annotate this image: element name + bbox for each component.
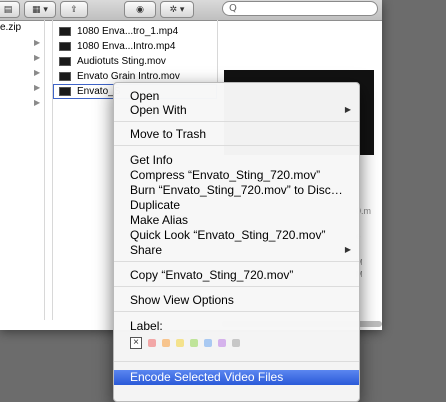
video-file-icon <box>59 27 71 36</box>
label-purple-swatch[interactable] <box>218 339 226 347</box>
share-icon[interactable]: ⇪ <box>60 1 88 18</box>
menu-item-label: Copy “Envato_Sting_720.mov” <box>130 268 294 282</box>
menu-item-make-alias[interactable]: Make Alias <box>114 213 359 227</box>
submenu-arrow-icon: ▶ <box>344 105 351 114</box>
label-heading: Label: <box>114 319 359 333</box>
list-item-label: e.zip <box>0 22 22 33</box>
menu-item-share[interactable]: Share ▶ <box>114 243 359 257</box>
menu-item-move-to-trash[interactable]: Move to Trash <box>114 127 359 141</box>
menu-item-label: Get Info <box>130 153 173 167</box>
submenu-arrow-icon: ▶ <box>344 245 351 254</box>
menu-item-label: Compress “Envato_Sting_720.mov” <box>130 168 321 182</box>
file-row[interactable]: Audiotuts Sting.mov <box>53 54 217 69</box>
menu-item-label: Burn “Envato_Sting_720.mov” to Disc… <box>130 183 343 197</box>
video-file-icon <box>59 57 71 66</box>
file-name: Envato Grain Intro.mov <box>77 71 180 82</box>
menu-separator <box>114 121 359 122</box>
menu-item-encode-selected-video-files[interactable]: Encode Selected Video Files <box>114 370 359 385</box>
menu-item-label: Open With <box>130 103 187 117</box>
menu-item-open[interactable]: Open <box>114 89 359 103</box>
parent-column: e.zip ▶ ▶ ▶ ▶ ▶ <box>0 20 45 320</box>
menu-item-open-with[interactable]: Open With ▶ <box>114 103 359 117</box>
file-row[interactable]: 1080 Enva...tro_1.mp4 <box>53 24 217 39</box>
menu-item-label: Make Alias <box>130 213 189 227</box>
label-color-picker: × <box>130 337 240 349</box>
chevron-right-icon: ▶ <box>34 53 41 62</box>
label-red-swatch[interactable] <box>148 339 156 347</box>
list-view-icon[interactable]: ▤ <box>0 1 20 18</box>
menu-separator <box>114 311 359 312</box>
video-file-icon <box>59 42 71 51</box>
file-name: Audiotuts Sting.mov <box>77 56 166 67</box>
chevron-right-icon: ▶ <box>34 68 41 77</box>
menu-item-label: Share <box>130 243 163 257</box>
label-gray-swatch[interactable] <box>232 339 240 347</box>
label-green-swatch[interactable] <box>190 339 198 347</box>
menu-item-get-info[interactable]: Get Info <box>114 153 359 167</box>
menu-item-copy[interactable]: Copy “Envato_Sting_720.mov” <box>114 268 359 282</box>
search-icon: Q <box>229 3 237 14</box>
chevron-right-icon: ▶ <box>34 83 41 92</box>
file-row[interactable]: 1080 Enva...Intro.mp4 <box>53 39 217 54</box>
file-name: 1080 Enva...tro_1.mp4 <box>77 26 179 37</box>
label-blue-swatch[interactable] <box>204 339 212 347</box>
finder-toolbar: ▤ ▦ ▾ ⇪ ◉ ✲ ▾ Q <box>0 0 382 21</box>
quick-look-eye-icon[interactable]: ◉ <box>124 1 156 18</box>
list-item[interactable]: ▶ <box>0 50 44 65</box>
search-field[interactable]: Q <box>222 1 378 16</box>
menu-item-burn[interactable]: Burn “Envato_Sting_720.mov” to Disc… <box>114 183 359 197</box>
menu-item-label: Label: <box>130 319 163 333</box>
label-none-icon[interactable]: × <box>130 337 142 349</box>
video-file-icon <box>59 87 71 96</box>
menu-item-show-view-options[interactable]: Show View Options <box>114 293 359 307</box>
list-item[interactable]: e.zip <box>0 20 44 35</box>
list-item[interactable]: ▶ <box>0 95 44 110</box>
menu-separator <box>114 145 359 146</box>
menu-item-label: Move to Trash <box>130 127 207 141</box>
menu-item-label: Open <box>130 89 160 103</box>
label-yellow-swatch[interactable] <box>176 339 184 347</box>
menu-item-label: Encode Selected Video Files <box>130 370 284 384</box>
menu-item-label: Show View Options <box>130 293 234 307</box>
chevron-right-icon: ▶ <box>34 38 41 47</box>
menu-item-quick-look[interactable]: Quick Look “Envato_Sting_720.mov” <box>114 228 359 242</box>
menu-separator <box>114 261 359 262</box>
menu-item-label: Quick Look “Envato_Sting_720.mov” <box>130 228 326 242</box>
gear-icon[interactable]: ✲ ▾ <box>160 1 194 18</box>
context-menu: Open Open With ▶ Move to Trash Get Info … <box>113 82 360 402</box>
list-item[interactable]: ▶ <box>0 35 44 50</box>
menu-separator <box>114 361 359 362</box>
menu-item-compress[interactable]: Compress “Envato_Sting_720.mov” <box>114 168 359 182</box>
list-item[interactable]: ▶ <box>0 65 44 80</box>
menu-separator <box>114 286 359 287</box>
grid-view-icon[interactable]: ▦ ▾ <box>24 1 56 18</box>
list-item[interactable]: ▶ <box>0 80 44 95</box>
menu-item-duplicate[interactable]: Duplicate <box>114 198 359 212</box>
video-file-icon <box>59 72 71 81</box>
label-orange-swatch[interactable] <box>162 339 170 347</box>
file-name: 1080 Enva...Intro.mp4 <box>77 41 176 52</box>
chevron-right-icon: ▶ <box>34 98 41 107</box>
menu-item-label: Duplicate <box>130 198 181 212</box>
